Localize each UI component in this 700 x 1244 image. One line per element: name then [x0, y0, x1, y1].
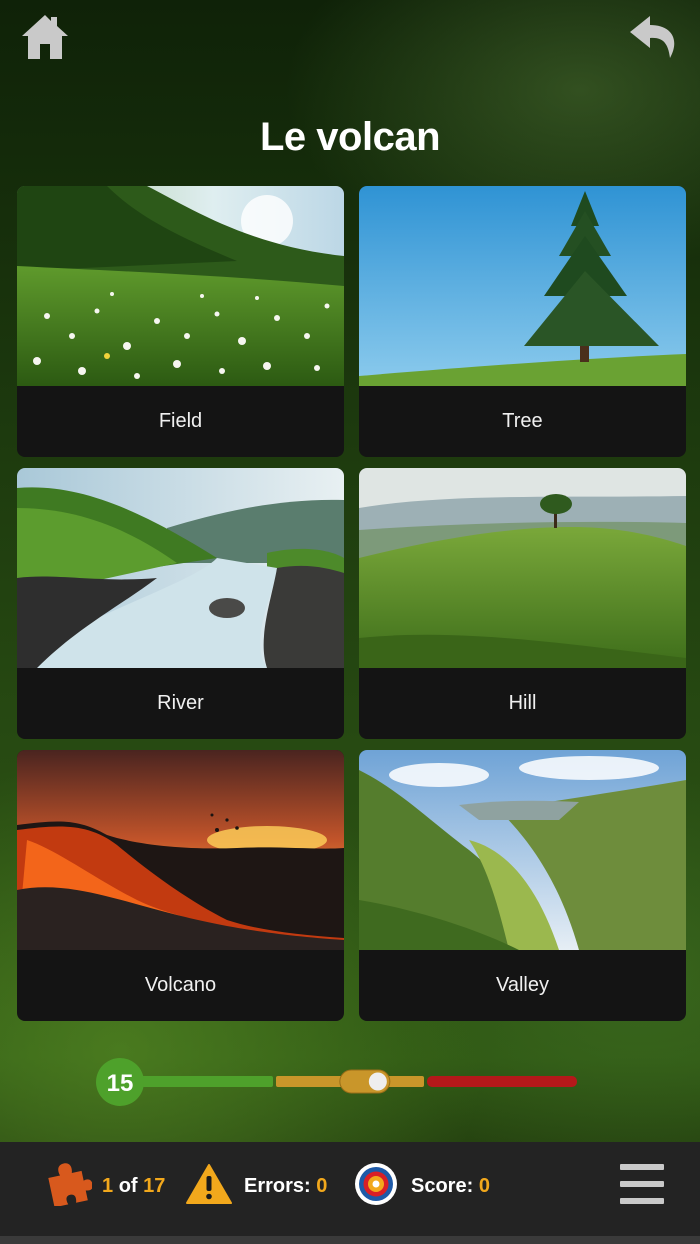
answer-card-river[interactable]: River — [17, 468, 344, 739]
slider-thumb[interactable] — [339, 1069, 391, 1094]
score-label: Score: — [411, 1175, 474, 1197]
answer-label: Tree — [502, 410, 543, 432]
back-button[interactable] — [628, 12, 680, 62]
answer-label: Field — [158, 410, 203, 432]
answer-card-tree[interactable]: Tree — [359, 186, 686, 457]
timer-track: 15 — [96, 1058, 577, 1106]
target-icon — [355, 1163, 397, 1205]
answer-label: Valley — [496, 974, 549, 996]
puzzle-icon — [48, 1163, 92, 1206]
green-valley-photo — [359, 750, 686, 950]
menu-icon — [620, 1164, 664, 1204]
score-value: 0 — [478, 1175, 490, 1197]
progress-current: 1 — [102, 1175, 114, 1197]
answer-label: Hill — [508, 692, 537, 714]
answer-label: River — [157, 692, 204, 714]
timer-slider[interactable]: 15 — [95, 1057, 580, 1107]
mountain-river-photo — [17, 468, 344, 668]
answer-card-field[interactable]: Field — [17, 186, 344, 457]
answer-card-hill[interactable]: Hill — [359, 468, 686, 739]
home-icon — [22, 15, 68, 59]
errors-value: 0 — [316, 1175, 328, 1197]
errors-label: Errors: — [244, 1175, 311, 1197]
answer-card-valley[interactable]: Valley — [359, 750, 686, 1021]
page-title: Le volcan — [259, 115, 441, 159]
single-pine-tree-photo — [359, 186, 686, 386]
erupting-lava-photo — [17, 750, 344, 950]
status-bar: 1 of 17 Errors: 0 Score: 0 — [0, 1142, 700, 1236]
bottom-edge — [0, 1236, 700, 1244]
green-hill-tree-photo — [359, 468, 686, 668]
score-stat: Score: 0 — [411, 1142, 490, 1236]
home-button[interactable] — [20, 12, 70, 62]
menu-button[interactable] — [618, 1162, 666, 1206]
meadow-daisies-photo — [17, 186, 344, 386]
undo-arrow-icon — [630, 16, 675, 58]
timer-value: 15 — [107, 1070, 134, 1097]
answer-card-volcano[interactable]: Volcano — [17, 750, 344, 1021]
errors-stat: Errors: 0 — [244, 1142, 327, 1236]
progress-total: 17 — [143, 1175, 166, 1197]
progress-of: of — [118, 1175, 138, 1197]
answer-label: Volcano — [144, 974, 217, 996]
warning-icon — [186, 1164, 232, 1204]
progress-counter: 1 of 17 — [102, 1142, 165, 1236]
